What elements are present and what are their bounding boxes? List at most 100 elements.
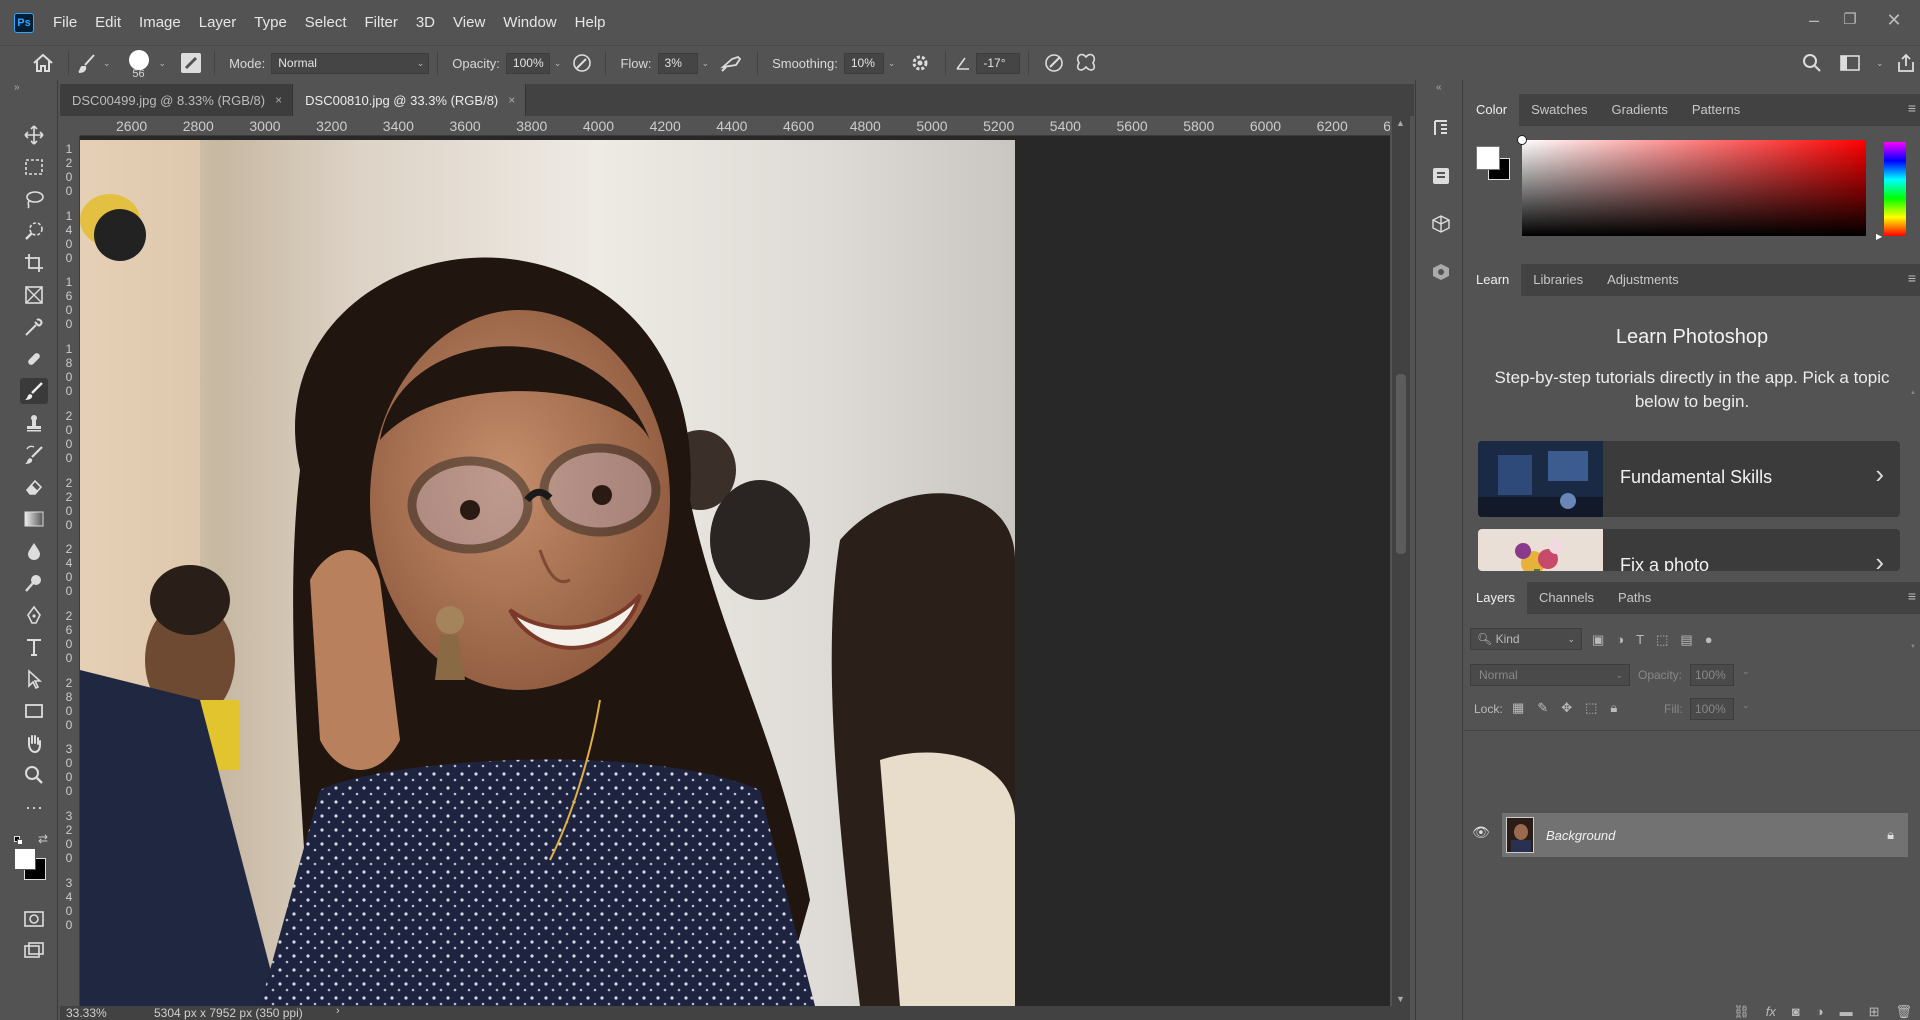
- scroll-up-icon[interactable]: ▲: [1910, 390, 1916, 396]
- foreground-color-swatch[interactable]: [14, 848, 36, 870]
- blend-mode-select[interactable]: Normal ⌄: [1470, 664, 1630, 686]
- brush-settings-icon[interactable]: [176, 52, 206, 74]
- quick-mask-icon[interactable]: [20, 906, 48, 932]
- close-icon[interactable]: ×: [508, 93, 515, 107]
- ruler-origin[interactable]: [60, 116, 80, 136]
- hue-marker-icon[interactable]: ▶: [1876, 232, 1882, 241]
- search-icon[interactable]: [1800, 53, 1824, 73]
- menu-3d[interactable]: 3D: [407, 0, 444, 45]
- clone-stamp-tool-icon[interactable]: [20, 410, 48, 436]
- menu-image[interactable]: Image: [130, 0, 190, 45]
- hand-tool-icon[interactable]: [20, 730, 48, 756]
- tab-libraries[interactable]: Libraries: [1521, 264, 1595, 296]
- canvas-area[interactable]: [80, 136, 1390, 1006]
- properties-panel-icon[interactable]: [1429, 164, 1453, 188]
- symmetry-butterfly-icon[interactable]: [1071, 53, 1101, 73]
- path-selection-tool-icon[interactable]: [20, 666, 48, 692]
- tab-color[interactable]: Color: [1464, 94, 1520, 126]
- close-icon[interactable]: ×: [275, 93, 282, 107]
- tab-patterns[interactable]: Patterns: [1680, 94, 1752, 126]
- gear-icon[interactable]: [903, 53, 937, 73]
- blur-tool-icon[interactable]: [20, 538, 48, 564]
- tab-adjustments[interactable]: Adjustments: [1595, 264, 1691, 296]
- type-tool-icon[interactable]: [20, 634, 48, 660]
- chevron-down-icon[interactable]: ⌄: [888, 58, 896, 69]
- menu-help[interactable]: Help: [566, 0, 615, 45]
- lock-paint-icon[interactable]: ✎: [1537, 700, 1548, 716]
- new-layer-icon[interactable]: ⊞: [1869, 1004, 1880, 1020]
- swap-colors-icon[interactable]: ⇄: [38, 832, 48, 846]
- angle-field[interactable]: -17°: [976, 52, 1021, 74]
- move-tool-icon[interactable]: [20, 122, 48, 148]
- history-brush-tool-icon[interactable]: [20, 442, 48, 468]
- foreground-color-swatch[interactable]: [1476, 146, 1500, 170]
- lock-artboard-icon[interactable]: ⬚: [1585, 700, 1597, 716]
- pixel-filter-icon[interactable]: ▣: [1592, 632, 1604, 648]
- fx-icon[interactable]: fx: [1766, 1004, 1776, 1020]
- menu-filter[interactable]: Filter: [356, 0, 407, 45]
- color-picker-handle[interactable]: [1517, 135, 1527, 145]
- collapse-arrows-icon[interactable]: «: [1436, 82, 1442, 93]
- card-fix-a-photo[interactable]: Fix a photo ›: [1478, 529, 1900, 571]
- horizontal-ruler[interactable]: 2600 2800 3000 3200 3400 3600 3800 4000 4200 4400…: [80, 116, 1390, 136]
- panel-menu-icon[interactable]: ≡: [1908, 270, 1916, 286]
- chevron-down-icon[interactable]: ⌄: [103, 58, 111, 69]
- menu-edit[interactable]: Edit: [86, 0, 130, 45]
- brush-tool-icon[interactable]: [20, 378, 48, 404]
- close-icon[interactable]: ✕: [1880, 10, 1908, 31]
- smart-object-filter-icon[interactable]: ▤: [1680, 632, 1692, 648]
- lock-position-icon[interactable]: ✥: [1561, 700, 1572, 716]
- zoom-tool-icon[interactable]: [20, 762, 48, 788]
- more-tools-icon[interactable]: ···: [20, 794, 48, 820]
- adjustment-layer-icon[interactable]: ◑: [1816, 1004, 1824, 1020]
- eyedropper-tool-icon[interactable]: [20, 314, 48, 340]
- menu-type[interactable]: Type: [245, 0, 296, 45]
- document-info[interactable]: 5304 px x 7952 px (350 ppi): [154, 1006, 303, 1020]
- mode-select[interactable]: Normal ⌄: [271, 52, 430, 74]
- home-icon[interactable]: [26, 53, 60, 73]
- rectangle-tool-icon[interactable]: [20, 698, 48, 724]
- menu-window[interactable]: Window: [494, 0, 565, 45]
- layer-name[interactable]: Background: [1546, 828, 1615, 843]
- link-layers-icon[interactable]: ⛓︎: [1733, 1004, 1750, 1020]
- chevron-down-icon[interactable]: ⌄: [1742, 700, 1750, 711]
- chevron-right-icon[interactable]: ›: [336, 1005, 340, 1017]
- fill-field[interactable]: 100%: [1690, 698, 1734, 720]
- share-icon[interactable]: [1894, 53, 1918, 73]
- 3d-cube-icon[interactable]: [1429, 212, 1453, 236]
- tab-dsc00810[interactable]: DSC00810.jpg @ 33.3% (RGB/8) ×: [293, 84, 527, 116]
- crop-tool-icon[interactable]: [20, 250, 48, 276]
- lock-all-icon[interactable]: 🔒︎: [1610, 700, 1617, 716]
- pressure-size-icon[interactable]: [1037, 52, 1071, 74]
- chevron-down-icon[interactable]: ⌄: [702, 58, 710, 69]
- smoothing-field[interactable]: 10%: [843, 52, 884, 74]
- zoom-level[interactable]: 33.33%: [66, 1006, 107, 1020]
- document-image[interactable]: [80, 140, 1015, 1006]
- screen-mode-icon[interactable]: [20, 938, 48, 964]
- quick-selection-tool-icon[interactable]: [20, 218, 48, 244]
- scroll-down-icon[interactable]: ▼: [1396, 994, 1405, 1004]
- panel-menu-icon[interactable]: ≡: [1908, 588, 1916, 604]
- layer-opacity-field[interactable]: 100%: [1690, 664, 1734, 686]
- workspace-icon[interactable]: [1838, 55, 1862, 71]
- 3d-materials-icon[interactable]: [1429, 260, 1453, 284]
- chevron-down-icon[interactable]: ⌄: [1742, 666, 1750, 677]
- history-panel-icon[interactable]: [1429, 116, 1453, 140]
- pen-tool-icon[interactable]: [20, 602, 48, 628]
- scroll-down-icon[interactable]: ▼: [1910, 644, 1916, 650]
- frame-tool-icon[interactable]: [20, 282, 48, 308]
- add-mask-icon[interactable]: ◙: [1792, 1004, 1800, 1020]
- restore-icon[interactable]: ❐: [1836, 10, 1864, 28]
- adjustment-filter-icon[interactable]: ◑: [1616, 632, 1624, 648]
- layer-row-background[interactable]: Background 🔒︎: [1502, 813, 1908, 857]
- tab-learn[interactable]: Learn: [1464, 264, 1522, 296]
- flow-field[interactable]: 3%: [657, 52, 698, 74]
- tab-channels[interactable]: Channels: [1527, 582, 1606, 614]
- healing-brush-tool-icon[interactable]: [20, 346, 48, 372]
- trash-icon[interactable]: 🗑︎: [1895, 1004, 1912, 1020]
- new-group-icon[interactable]: ▬: [1840, 1004, 1853, 1020]
- panel-menu-icon[interactable]: ≡: [1908, 100, 1916, 116]
- tab-swatches[interactable]: Swatches: [1519, 94, 1599, 126]
- airbrush-icon[interactable]: [715, 53, 749, 73]
- shape-filter-icon[interactable]: ⬚: [1656, 632, 1668, 648]
